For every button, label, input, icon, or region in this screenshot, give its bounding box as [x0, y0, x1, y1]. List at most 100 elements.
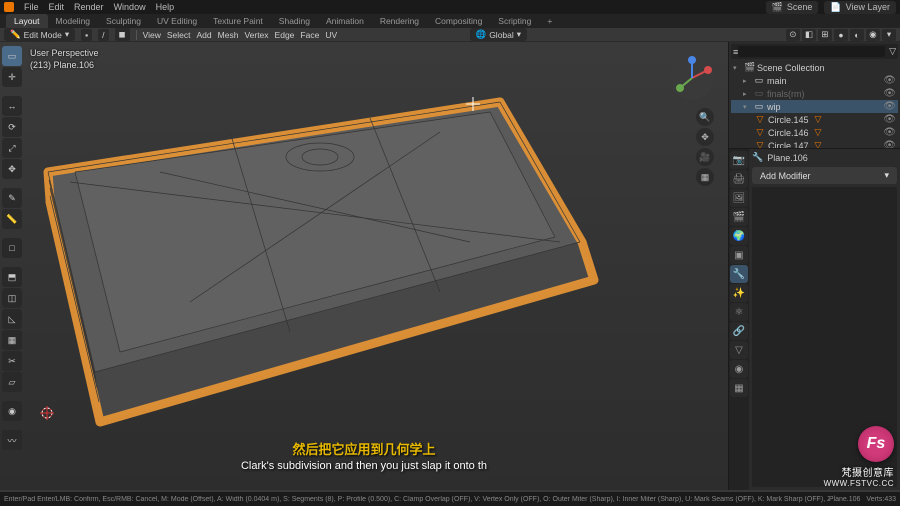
orientation-gizmo[interactable]: [668, 54, 716, 102]
cursor-3d-icon: [40, 406, 54, 420]
menu-edit[interactable]: Edit: [49, 2, 65, 12]
tool-annotate[interactable]: ✎: [2, 188, 22, 208]
tool-polybuild[interactable]: ▱: [2, 372, 22, 392]
workspace-tabs: Layout Modeling Sculpting UV Editing Tex…: [0, 14, 900, 28]
viewport-3d[interactable]: ▭ ✛ ↔ ⟳ ⤢ ✥ ✎ 📏 □ ⬒ ◫ ◺ ▦ ✂ ▱ ◉ 〰 User P…: [0, 42, 728, 490]
wrench-icon: 🔧: [752, 152, 763, 163]
menu-edge[interactable]: Edge: [275, 30, 295, 40]
eye-icon[interactable]: 👁: [883, 140, 896, 148]
outliner-search[interactable]: [738, 46, 885, 57]
tab-compositing[interactable]: Compositing: [427, 14, 490, 28]
tab-shading[interactable]: Shading: [271, 14, 318, 28]
xray-toggle[interactable]: ◧: [802, 29, 816, 41]
collection-wip[interactable]: ▾▭wip👁: [731, 100, 898, 113]
menu-uv[interactable]: UV: [325, 30, 337, 40]
tool-move[interactable]: ↔: [2, 96, 22, 116]
mesh-render: [0, 42, 728, 490]
tab-rendering[interactable]: Rendering: [372, 14, 427, 28]
tab-layout[interactable]: Layout: [6, 14, 48, 28]
tool-inset[interactable]: ◫: [2, 288, 22, 308]
outliner[interactable]: ≡ ▽ ▾🎬Scene Collection ▸▭main👁 ▸▭finals(…: [729, 42, 900, 148]
menu-help[interactable]: Help: [156, 2, 175, 12]
tab-animation[interactable]: Animation: [318, 14, 372, 28]
menu-window[interactable]: Window: [114, 2, 146, 12]
selmode-edge[interactable]: /: [98, 29, 108, 41]
shading-preview[interactable]: ◐: [850, 29, 864, 41]
blender-logo[interactable]: [4, 2, 14, 12]
eye-icon[interactable]: 👁: [883, 127, 896, 138]
obj-circle146[interactable]: ▽Circle.146▽👁: [731, 126, 898, 139]
ptab-viewlayer[interactable]: 🖼: [730, 189, 748, 207]
menu-vertex[interactable]: Vertex: [244, 30, 268, 40]
zoom-icon[interactable]: 🔍: [696, 108, 714, 126]
ptab-render[interactable]: 📷: [730, 151, 748, 169]
eye-icon[interactable]: 👁: [883, 114, 896, 125]
tool-transform[interactable]: ✥: [2, 159, 22, 179]
menu-face[interactable]: Face: [300, 30, 319, 40]
orientation-selector[interactable]: 🌐 Global ▾: [470, 28, 527, 41]
menu-select[interactable]: Select: [167, 30, 191, 40]
tool-extrude[interactable]: ⬒: [2, 267, 22, 287]
ptab-object[interactable]: ▣: [730, 246, 748, 264]
mode-selector[interactable]: ✏️ Edit Mode ▾: [4, 28, 75, 41]
shading-solid[interactable]: ●: [834, 29, 848, 41]
ptab-constraints[interactable]: 🔗: [730, 322, 748, 340]
ptab-particles[interactable]: ✨: [730, 284, 748, 302]
tab-scripting[interactable]: Scripting: [490, 14, 539, 28]
tool-cursor[interactable]: ✛: [2, 67, 22, 87]
menu-file[interactable]: File: [24, 2, 39, 12]
collection-main[interactable]: ▸▭main👁: [731, 74, 898, 87]
tab-modeling[interactable]: Modeling: [48, 14, 99, 28]
menu-view[interactable]: View: [143, 30, 161, 40]
eye-icon[interactable]: 👁: [883, 101, 896, 112]
collection-finals[interactable]: ▸▭finals(rm)👁: [731, 87, 898, 100]
menu-mesh[interactable]: Mesh: [218, 30, 239, 40]
pan-icon[interactable]: ✥: [696, 128, 714, 146]
persp-icon[interactable]: ▦: [696, 168, 714, 186]
viewlayer-selector[interactable]: 📄 View Layer: [824, 1, 896, 14]
chevron-down-icon: ▾: [884, 170, 889, 181]
add-modifier-button[interactable]: Add Modifier▾: [752, 167, 897, 184]
selmode-face[interactable]: ◼: [115, 28, 130, 41]
obj-circle147[interactable]: ▽Circle.147▽👁: [731, 139, 898, 148]
eye-icon[interactable]: 👁: [883, 88, 896, 99]
filter-icon[interactable]: ▽: [889, 46, 896, 57]
scene-selector[interactable]: 🎬 Scene: [766, 1, 819, 14]
tool-spin[interactable]: ◉: [2, 401, 22, 421]
tab-sculpting[interactable]: Sculpting: [98, 14, 149, 28]
status-obj: Plane.106: [829, 496, 861, 503]
tab-texture[interactable]: Texture Paint: [205, 14, 271, 28]
ptab-material[interactable]: ◉: [730, 360, 748, 378]
tool-measure[interactable]: 📏: [2, 209, 22, 229]
camera-icon[interactable]: 🎥: [696, 148, 714, 166]
status-verts: Verts:433: [866, 496, 896, 503]
toolbar-left: ▭ ✛ ↔ ⟳ ⤢ ✥ ✎ 📏 □ ⬒ ◫ ◺ ▦ ✂ ▱ ◉ 〰: [2, 46, 22, 451]
tool-select[interactable]: ▭: [2, 46, 22, 66]
tab-uv[interactable]: UV Editing: [149, 14, 205, 28]
selmode-vert[interactable]: ▪: [81, 29, 92, 41]
tool-rotate[interactable]: ⟳: [2, 117, 22, 137]
ptab-scene[interactable]: 🎬: [730, 208, 748, 226]
ptab-output[interactable]: 🖨: [730, 170, 748, 188]
tool-scale[interactable]: ⤢: [2, 138, 22, 158]
shading-opts[interactable]: ▾: [882, 29, 896, 41]
overlay-toggle[interactable]: ⊙: [786, 29, 800, 41]
obj-circle145[interactable]: ▽Circle.145▽👁: [731, 113, 898, 126]
ptab-mesh[interactable]: ▽: [730, 341, 748, 359]
tab-add[interactable]: +: [539, 14, 560, 28]
tool-bevel[interactable]: ◺: [2, 309, 22, 329]
shading-render[interactable]: ◉: [866, 29, 880, 41]
tool-addcube[interactable]: □: [2, 238, 22, 258]
shading-wire[interactable]: ⊞: [818, 29, 832, 41]
tool-loopcut[interactable]: ▦: [2, 330, 22, 350]
tool-knife[interactable]: ✂: [2, 351, 22, 371]
tool-smooth[interactable]: 〰: [2, 430, 22, 450]
menu-render[interactable]: Render: [74, 2, 104, 12]
outliner-root[interactable]: ▾🎬Scene Collection: [731, 61, 898, 74]
eye-icon[interactable]: 👁: [883, 75, 896, 86]
menu-add[interactable]: Add: [197, 30, 212, 40]
ptab-modifier[interactable]: 🔧: [730, 265, 748, 283]
ptab-world[interactable]: 🌍: [730, 227, 748, 245]
ptab-texture[interactable]: ▦: [730, 379, 748, 397]
ptab-physics[interactable]: ⚛: [730, 303, 748, 321]
